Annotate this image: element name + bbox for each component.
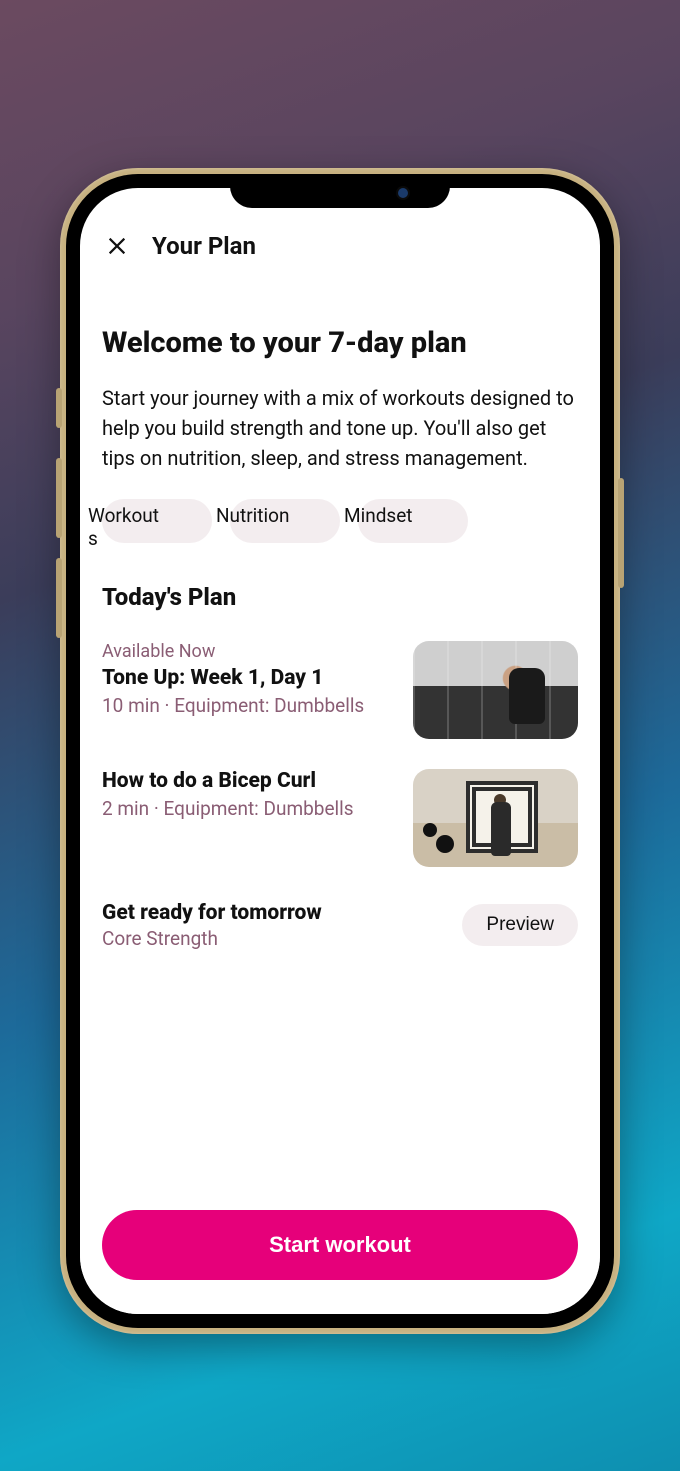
- chip-nutrition[interactable]: Nutrition: [230, 499, 340, 543]
- phone-bezel: Your Plan Welcome to your 7-day plan Sta…: [66, 174, 614, 1328]
- start-workout-button[interactable]: Start workout: [102, 1210, 578, 1280]
- plan-thumbnail: [413, 641, 578, 739]
- chip-workouts[interactable]: Workouts: [102, 499, 212, 543]
- plan-item-tone-up[interactable]: Available Now Tone Up: Week 1, Day 1 10 …: [102, 641, 578, 739]
- plan-title: How to do a Bicep Curl: [102, 769, 395, 793]
- plan-item-bicep-curl[interactable]: How to do a Bicep Curl 2 min · Equipment…: [102, 769, 578, 867]
- phone-side-button: [56, 458, 62, 538]
- preview-button[interactable]: Preview: [462, 904, 578, 946]
- plan-item-text: Available Now Tone Up: Week 1, Day 1 10 …: [102, 641, 395, 717]
- plan-eyebrow: Available Now: [102, 641, 395, 662]
- phone-side-button: [618, 478, 624, 588]
- plan-meta: 10 min · Equipment: Dumbbells: [102, 694, 395, 717]
- tomorrow-subtitle: Core Strength: [102, 927, 322, 950]
- phone-side-button: [56, 388, 62, 428]
- tomorrow-row: Get ready for tomorrow Core Strength Pre…: [102, 901, 578, 950]
- page-title: Your Plan: [152, 232, 256, 260]
- welcome-heading: Welcome to your 7-day plan: [102, 326, 578, 361]
- phone-frame: Your Plan Welcome to your 7-day plan Sta…: [60, 168, 620, 1334]
- chip-label: Mindset: [344, 505, 424, 528]
- cta-bar: Start workout: [80, 1210, 600, 1314]
- plan-meta: 2 min · Equipment: Dumbbells: [102, 797, 395, 820]
- tomorrow-title: Get ready for tomorrow: [102, 901, 322, 925]
- todays-plan-heading: Today's Plan: [102, 583, 578, 611]
- phone-notch: [230, 174, 450, 208]
- tomorrow-text: Get ready for tomorrow Core Strength: [102, 901, 322, 950]
- chip-mindset[interactable]: Mindset: [358, 499, 468, 543]
- scroll-content[interactable]: Welcome to your 7-day plan Start your jo…: [80, 270, 600, 1314]
- plan-thumbnail: [413, 769, 578, 867]
- chip-label: Workouts: [88, 505, 168, 551]
- category-chips: Workouts Nutrition Mindset: [102, 499, 578, 543]
- close-icon[interactable]: [104, 233, 130, 259]
- phone-side-button: [56, 558, 62, 638]
- app-screen: Your Plan Welcome to your 7-day plan Sta…: [80, 188, 600, 1314]
- chip-label: Nutrition: [216, 505, 296, 528]
- plan-item-text: How to do a Bicep Curl 2 min · Equipment…: [102, 769, 395, 820]
- plan-title: Tone Up: Week 1, Day 1: [102, 666, 395, 690]
- welcome-body: Start your journey with a mix of workout…: [102, 383, 578, 473]
